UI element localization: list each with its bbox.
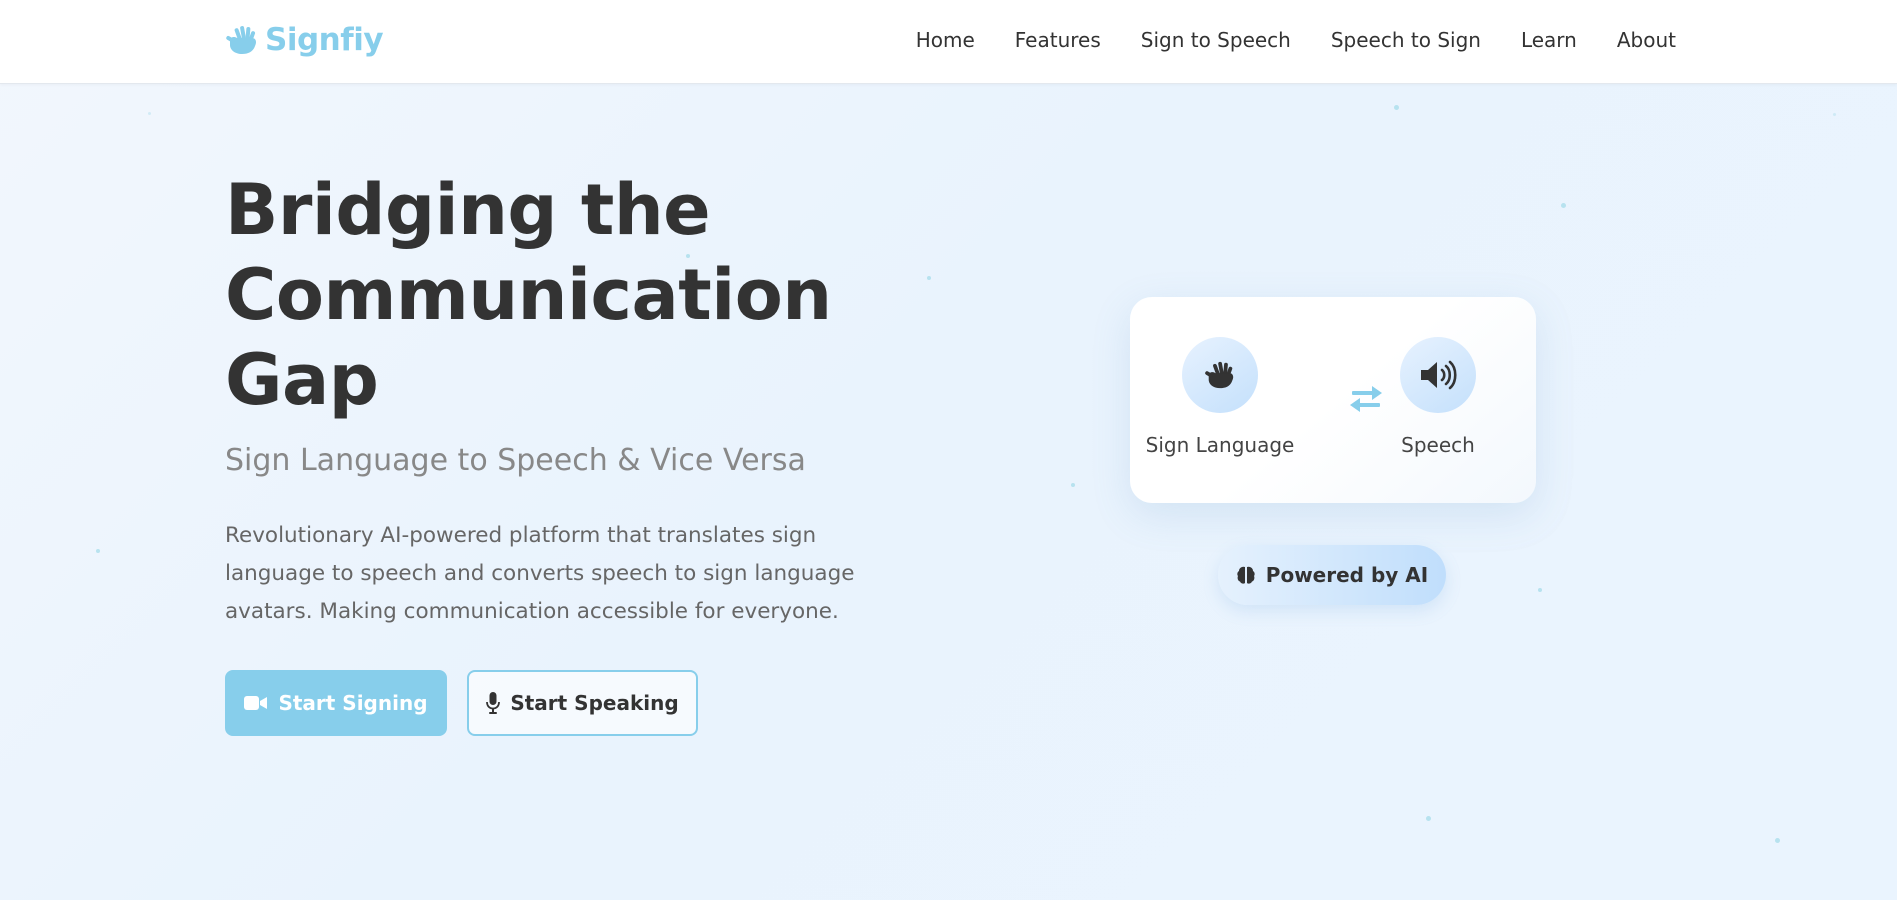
nav-link-about[interactable]: About xyxy=(1617,26,1676,54)
particle xyxy=(1071,483,1075,487)
start-speaking-button[interactable]: Start Speaking xyxy=(467,670,698,736)
particle xyxy=(1775,838,1780,843)
hands-signing-icon xyxy=(1182,337,1258,413)
start-signing-label: Start Signing xyxy=(278,691,428,715)
particle xyxy=(96,549,100,553)
brand-logo[interactable]: Signfiy xyxy=(225,20,384,60)
nav-link-learn[interactable]: Learn xyxy=(1521,26,1577,54)
particle xyxy=(1561,203,1566,208)
start-speaking-label: Start Speaking xyxy=(510,691,679,715)
primary-nav: Home Features Sign to Speech Speech to S… xyxy=(916,26,1676,54)
particle xyxy=(1538,588,1542,592)
sign-language-label: Sign Language xyxy=(1145,433,1295,457)
start-signing-button[interactable]: Start Signing xyxy=(225,670,447,736)
video-camera-icon xyxy=(244,694,268,712)
speech-label: Speech xyxy=(1401,433,1475,457)
microphone-icon xyxy=(486,692,501,714)
particle xyxy=(1394,105,1399,110)
particle xyxy=(148,112,151,115)
particle xyxy=(1426,816,1431,821)
speech-mode: Speech xyxy=(1358,337,1518,457)
nav-link-sign-to-speech[interactable]: Sign to Speech xyxy=(1141,26,1291,54)
powered-by-ai-badge: Powered by AI xyxy=(1218,545,1446,605)
navbar: Signfiy Home Features Sign to Speech Spe… xyxy=(0,0,1897,84)
brand-name: Signfiy xyxy=(265,22,384,58)
nav-link-home[interactable]: Home xyxy=(916,26,975,54)
hands-signing-icon xyxy=(225,23,259,57)
brain-icon xyxy=(1236,565,1256,585)
hero-description: Revolutionary AI-powered platform that t… xyxy=(225,523,855,624)
particle xyxy=(927,276,931,280)
sign-language-mode: Sign Language xyxy=(1140,337,1300,457)
nav-link-features[interactable]: Features xyxy=(1015,26,1101,54)
volume-high-icon xyxy=(1400,337,1476,413)
translation-card: Sign Language Speech xyxy=(1130,297,1536,503)
powered-by-ai-label: Powered by AI xyxy=(1265,563,1429,587)
hero-title: Bridging the Communication Gap xyxy=(225,169,832,421)
hero-subtitle: Sign Language to Speech & Vice Versa xyxy=(225,443,806,478)
nav-link-speech-to-sign[interactable]: Speech to Sign xyxy=(1331,26,1481,54)
particle xyxy=(1833,113,1836,116)
